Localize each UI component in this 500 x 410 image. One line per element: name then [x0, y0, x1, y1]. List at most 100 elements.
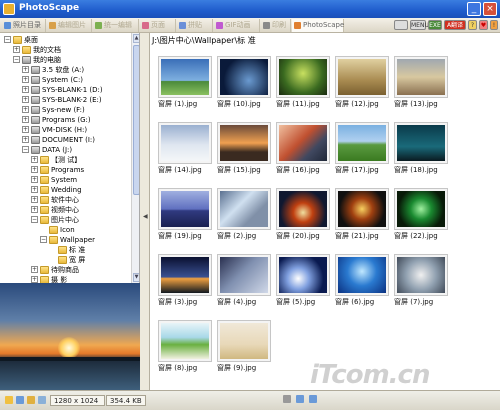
tab-label: 页面 [151, 21, 165, 29]
minimize-button[interactable]: _ [467, 2, 481, 16]
tab-print[interactable]: 印刷 [261, 19, 291, 32]
heart-button[interactable]: ♥ [479, 20, 488, 30]
thumbnail-frame [394, 122, 448, 164]
thumbnail-caption: 窗屏 (4).jpg [217, 298, 257, 306]
menu-button[interactable]: MENU [410, 20, 429, 30]
thumbnail-caption: 窗屏 (13).jpg [394, 100, 438, 108]
collapse-icon[interactable]: − [22, 146, 29, 153]
thumbnail-item[interactable]: 窗屏 (19).jpg [156, 184, 214, 246]
thumbnail-item[interactable]: 窗屏 (1).jpg [156, 52, 214, 114]
expand-icon[interactable]: + [31, 176, 38, 183]
scroll-thumb[interactable] [133, 45, 139, 195]
rotate-right-icon[interactable] [309, 395, 317, 403]
thumbnail-item[interactable]: 窗屏 (2).jpg [215, 184, 273, 246]
thumbnail-caption: 窗屏 (11).jpg [276, 100, 320, 108]
folder-icon [49, 236, 58, 244]
star-icon[interactable] [5, 396, 13, 404]
refresh-icon[interactable] [16, 396, 24, 404]
thumbnail-item[interactable]: 窗屏 (7).jpg [392, 250, 450, 312]
tab-editor[interactable]: 编辑图片 [47, 19, 92, 32]
thumbnail-caption: 窗屏 (12).jpg [335, 100, 379, 108]
expand-icon[interactable]: + [22, 76, 29, 83]
expand-icon[interactable]: + [31, 266, 38, 273]
exe-button[interactable]: EXE [428, 20, 442, 30]
scroll-down-icon[interactable]: ▼ [133, 273, 139, 282]
expand-icon[interactable]: + [22, 86, 29, 93]
thumbnail-image [279, 59, 327, 95]
expand-icon[interactable]: + [22, 66, 29, 73]
expand-icon[interactable]: + [22, 106, 29, 113]
expand-icon[interactable]: + [22, 126, 29, 133]
thumbnail-item[interactable]: 窗屏 (14).jpg [156, 118, 214, 180]
thumbnail-item[interactable]: 窗屏 (6).jpg [333, 250, 391, 312]
thumbnail-item[interactable]: 窗屏 (12).jpg [333, 52, 391, 114]
thumbnail-item[interactable]: 窗屏 (13).jpg [392, 52, 450, 114]
tab-combine[interactable]: 拼贴 [177, 19, 213, 32]
rotate-left-icon[interactable] [296, 395, 304, 403]
collapse-arrow-icon[interactable]: ◀ [143, 213, 148, 220]
expand-icon[interactable]: + [22, 136, 29, 143]
thumbnail-item[interactable]: 窗屏 (16).jpg [274, 118, 332, 180]
thumbnail-item[interactable]: 窗屏 (18).jpg [392, 118, 450, 180]
translate-button[interactable]: A翻译 [444, 20, 466, 30]
thumbnail-item[interactable]: 窗屏 (4).jpg [215, 250, 273, 312]
tree-item-label: DOCUMENT (I:) [42, 136, 95, 144]
tab-page[interactable]: 页面 [140, 19, 176, 32]
tree-item-label: 待购商品 [51, 266, 79, 274]
thumbnail-frame [335, 122, 389, 164]
tree-item-label: Wallpaper [60, 236, 96, 244]
thumbnail-item[interactable]: 窗屏 (5).jpg [274, 250, 332, 312]
tab-home[interactable]: PhotoScape [292, 19, 344, 32]
tree-item-label: 摄 影 [51, 276, 68, 283]
tree-item-label: 3.5 软盘 (A:) [42, 66, 85, 74]
thumbnail-item[interactable]: 窗屏 (17).jpg [333, 118, 391, 180]
thumbnail-image [338, 125, 386, 161]
help-button[interactable]: ? [468, 20, 477, 30]
thumbnail-item[interactable]: 窗屏 (10).jpg [215, 52, 273, 114]
tab-label: PhotoScape [303, 21, 345, 29]
tab-gif[interactable]: GIF动画 [214, 19, 260, 32]
collapse-icon[interactable]: − [40, 236, 47, 243]
expand-icon[interactable]: + [31, 166, 38, 173]
thumbnail-item[interactable]: 窗屏 (20).jpg [274, 184, 332, 246]
tab-photo-browser[interactable]: 照片目录 [2, 19, 46, 32]
prev-button[interactable] [394, 20, 408, 30]
close-button[interactable]: × [483, 2, 497, 16]
thumbnail-caption: 窗屏 (3).jpg [158, 298, 198, 306]
expand-icon[interactable]: + [31, 206, 38, 213]
thumbnail-frame [394, 254, 448, 296]
view-icon[interactable] [38, 396, 46, 404]
expand-icon[interactable]: + [31, 156, 38, 163]
tree-item-label: Wedding [51, 186, 82, 194]
thumbnail-item[interactable]: 窗屏 (9).jpg [215, 316, 273, 378]
thumbnail-grid[interactable]: 窗屏 (1).jpg 窗屏 (10).jpg 窗屏 (11).jpg 窗屏 (12).… [150, 48, 500, 390]
thumbnail-item[interactable]: 窗屏 (11).jpg [274, 52, 332, 114]
thumbnail-image [220, 191, 268, 227]
thumbnail-item[interactable]: 窗屏 (22).jpg [392, 184, 450, 246]
folder-tree[interactable]: − 桌面 + 我的文档 − 我的电脑 +3.5 软盘 (A:) + System (C:) + SY… [0, 33, 140, 283]
title-bar: PhotoScape _ × [0, 0, 500, 18]
collapse-icon[interactable]: − [31, 216, 38, 223]
folder-icon[interactable] [27, 396, 35, 404]
tab-batch-editor[interactable]: 统一编辑 [93, 19, 139, 32]
collapse-icon[interactable]: − [4, 36, 11, 43]
thumbnail-item[interactable]: 窗屏 (3).jpg [156, 250, 214, 312]
expand-icon[interactable]: + [22, 96, 29, 103]
folder-icon [58, 256, 67, 264]
collapse-icon[interactable]: − [13, 56, 20, 63]
thumbnail-item[interactable]: 窗屏 (8).jpg [156, 316, 214, 378]
expand-icon[interactable]: + [13, 46, 20, 53]
info-button[interactable]: ! [490, 20, 498, 30]
pane-splitter[interactable]: ◀ [140, 33, 150, 390]
tree-scrollbar[interactable]: ▲ ▼ [131, 33, 139, 283]
thumbnail-image [161, 191, 209, 227]
scroll-up-icon[interactable]: ▲ [133, 34, 139, 43]
thumbnail-frame [335, 188, 389, 230]
thumbnail-item[interactable]: 窗屏 (15).jpg [215, 118, 273, 180]
expand-icon[interactable]: + [22, 116, 29, 123]
expand-icon[interactable]: + [31, 196, 38, 203]
expand-icon[interactable]: + [31, 186, 38, 193]
expand-icon[interactable]: + [31, 276, 38, 283]
thumbnail-item[interactable]: 窗屏 (21).jpg [333, 184, 391, 246]
delete-icon[interactable] [283, 395, 291, 403]
